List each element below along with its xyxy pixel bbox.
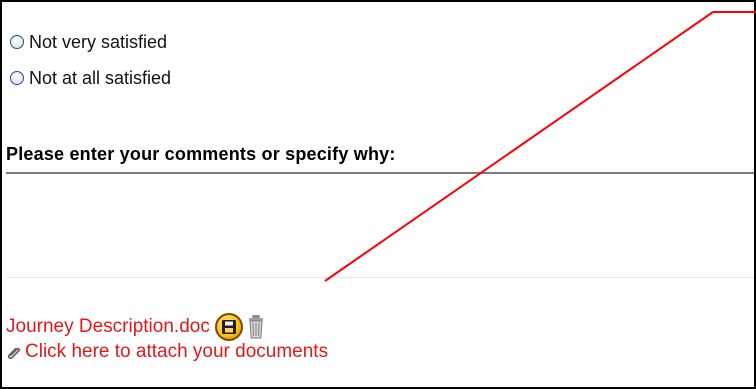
save-icon[interactable] [214, 313, 243, 341]
floppy-disk-icon [221, 320, 236, 334]
survey-panel: Not very satisfied Not at all satisfied … [0, 0, 756, 389]
radio-option-not-very-satisfied[interactable]: Not very satisfied [10, 30, 167, 54]
comment-textarea[interactable] [6, 172, 754, 278]
attach-documents-link[interactable]: Click here to attach your documents [25, 341, 328, 363]
attachment-row: Journey Description.doc [6, 313, 265, 341]
paperclip-glyph [7, 347, 21, 360]
trash-can-icon [248, 315, 263, 339]
radio-button[interactable] [10, 71, 24, 85]
radio-option-not-at-all-satisfied[interactable]: Not at all satisfied [10, 66, 171, 90]
trash-icon[interactable] [247, 314, 265, 340]
comment-label: Please enter your comments or specify wh… [6, 144, 396, 164]
radio-label: Not at all satisfied [29, 67, 172, 88]
radio-label: Not very satisfied [29, 31, 168, 52]
attached-file-link[interactable]: Journey Description.doc [6, 316, 210, 338]
radio-button[interactable] [10, 35, 24, 49]
attach-documents-row[interactable]: Click here to attach your documents [6, 341, 328, 363]
paperclip-icon [6, 344, 22, 360]
